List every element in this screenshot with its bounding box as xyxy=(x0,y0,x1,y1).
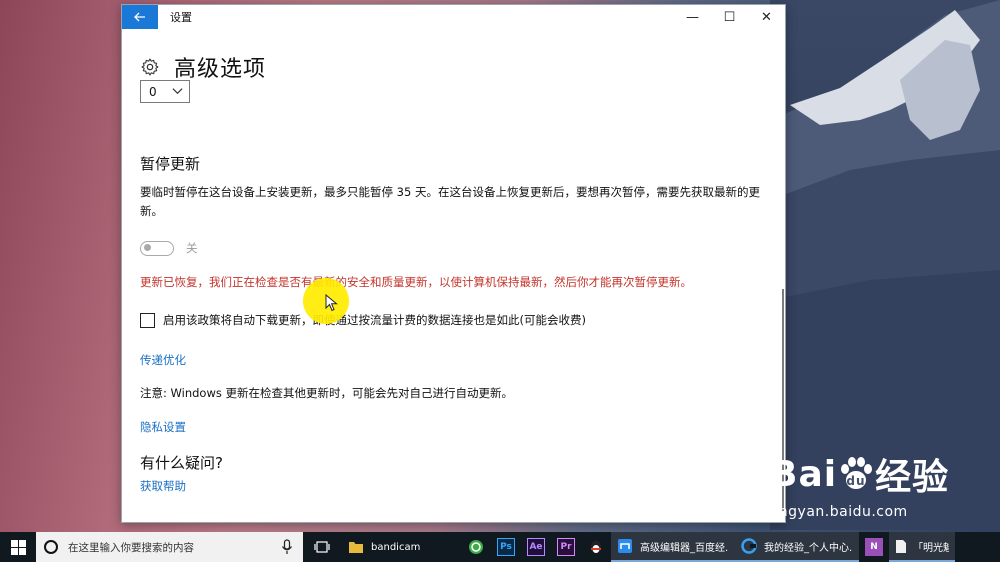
mouse-pointer-icon xyxy=(325,294,338,312)
gear-icon xyxy=(141,58,159,76)
cortana-icon xyxy=(44,540,58,554)
watermark-logo: Bai du 经验 xyxy=(770,448,955,500)
taskbar-app-jingyan[interactable]: 我的经验_个人中心... xyxy=(735,532,859,562)
pause-toggle-row: 关 xyxy=(140,240,198,256)
close-button[interactable]: ✕ xyxy=(748,5,785,29)
svg-text:du: du xyxy=(847,474,866,488)
chevron-down-icon xyxy=(172,88,183,95)
taskbar-app-after-effects[interactable]: Ae xyxy=(521,532,551,562)
taskbar-app-onenote[interactable]: N xyxy=(859,532,889,562)
taskbar-app-bandicam[interactable]: bandicam xyxy=(341,532,461,562)
back-arrow-icon xyxy=(134,12,145,22)
qq-penguin-icon xyxy=(587,538,605,556)
watermark-logo-bai: Bai xyxy=(770,453,838,495)
auto-download-row: 启用该政策将自动下载更新，即使通过按流量计费的数据连接也是如此(可能会收费) xyxy=(140,312,586,328)
help-section-title: 有什么疑问? xyxy=(140,454,223,472)
browser-c-icon xyxy=(741,537,758,555)
browser-icon xyxy=(617,537,634,555)
taskbar: 在这里输入你要搜索的内容 bandicam Ps Ae Pr 高级编辑器_百度经… xyxy=(0,532,1000,562)
auto-download-checkbox[interactable] xyxy=(140,312,155,328)
taskbar-app-label: bandicam xyxy=(371,541,421,553)
taskbar-app-label: 高级编辑器_百度经... xyxy=(639,542,729,554)
title-bar: 设置 — ☐ ✕ xyxy=(122,5,785,29)
search-placeholder: 在这里输入你要搜索的内容 xyxy=(68,541,194,554)
settings-content: 高级选项 0 暂停更新 要临时暂停在这台设备上安装更新，最多只能暂停 35 天。… xyxy=(140,29,785,522)
close-icon: ✕ xyxy=(761,9,772,25)
taskbar-app-qq[interactable] xyxy=(581,532,611,562)
photoshop-icon: Ps xyxy=(497,538,515,556)
pause-updates-description: 要临时暂停在这台设备上安装更新，最多只能暂停 35 天。在这台设备上恢复更新后，… xyxy=(140,185,760,218)
pause-updates-toggle[interactable] xyxy=(140,240,174,256)
taskbar-app-doc[interactable]: 「明光魅影」 xyxy=(889,532,955,562)
deferral-days-select[interactable]: 0 xyxy=(140,80,190,103)
get-help-link[interactable]: 获取帮助 xyxy=(140,478,186,494)
start-button[interactable] xyxy=(0,532,36,562)
page-title: 高级选项 xyxy=(174,57,267,82)
pause-updates-title: 暂停更新 xyxy=(140,155,201,173)
window-title: 设置 xyxy=(170,11,192,24)
task-view-icon xyxy=(314,541,330,553)
watermark-url: jingyan.baidu.com xyxy=(770,504,908,520)
watermark-logo-jingyan: 经验 xyxy=(875,457,950,498)
privacy-settings-link[interactable]: 隐私设置 xyxy=(140,419,186,435)
paw-icon: du xyxy=(841,457,873,489)
maximize-button[interactable]: ☐ xyxy=(711,5,748,29)
taskbar-app-label: 「明光魅影」 xyxy=(913,542,949,554)
taskbar-app-label: 我的经验_个人中心... xyxy=(763,542,853,554)
delivery-optimization-link[interactable]: 传递优化 xyxy=(140,352,186,368)
settings-window: 设置 — ☐ ✕ 高级选项 0 暂停更新 要临时暂停在这台设备上安装更新，最多只… xyxy=(121,4,786,523)
auto-download-label[interactable]: 启用该政策将自动下载更新，即使通过按流量计费的数据连接也是如此(可能会收费) xyxy=(163,312,586,328)
maximize-icon: ☐ xyxy=(723,9,736,25)
premiere-icon: Pr xyxy=(557,538,575,556)
toggle-knob xyxy=(144,244,151,251)
folder-icon xyxy=(347,538,365,556)
doc-icon xyxy=(895,537,907,555)
green-circle-icon xyxy=(467,538,485,556)
minimize-icon: — xyxy=(686,9,699,25)
onenote-icon: N xyxy=(865,538,883,556)
microphone-icon[interactable] xyxy=(281,539,293,555)
taskbar-app-premiere[interactable]: Pr xyxy=(551,532,581,562)
task-view-button[interactable] xyxy=(303,532,341,562)
minimize-button[interactable]: — xyxy=(674,5,711,29)
toggle-state-label: 关 xyxy=(186,241,198,255)
taskbar-app-green[interactable] xyxy=(461,532,491,562)
taskbar-app-photoshop[interactable]: Ps xyxy=(491,532,521,562)
back-button[interactable] xyxy=(122,5,158,29)
taskbar-app-editor[interactable]: 高级编辑器_百度经... xyxy=(611,532,735,562)
page-heading: 高级选项 xyxy=(140,51,266,83)
update-note: 注意: Windows 更新在检查其他更新时，可能会先对自己进行自动更新。 xyxy=(140,386,514,400)
window-controls: — ☐ ✕ xyxy=(674,5,785,29)
taskbar-search-box[interactable]: 在这里输入你要搜索的内容 xyxy=(36,532,303,562)
after-effects-icon: Ae xyxy=(527,538,545,556)
updates-resumed-warning: 更新已恢复，我们正在检查是否有最新的安全和质量更新，以使计算机保持最新，然后你才… xyxy=(140,275,692,289)
windows-logo-icon xyxy=(10,539,26,555)
baidu-jingyan-watermark: Bai du 经验 jingyan.baidu.com xyxy=(770,448,955,538)
select-value: 0 xyxy=(149,84,157,99)
